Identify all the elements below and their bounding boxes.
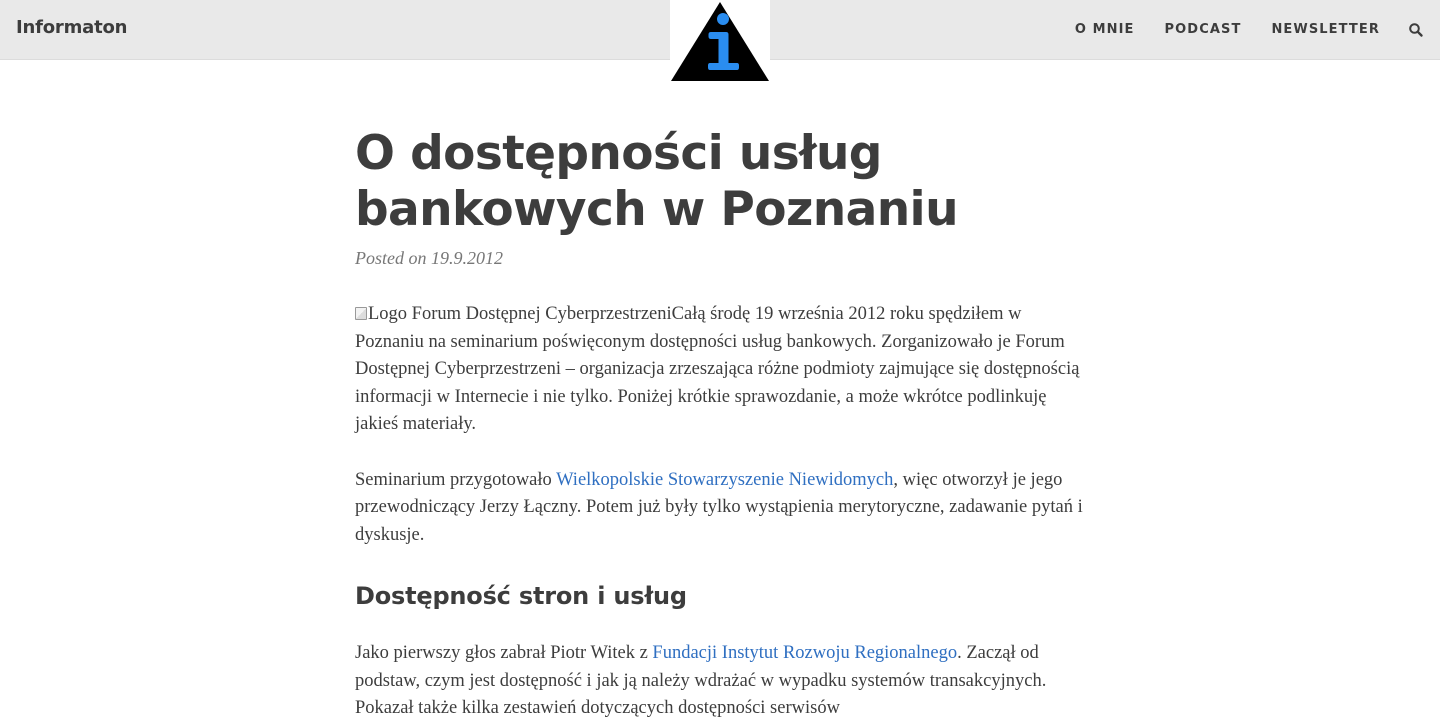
nav-item-o-mnie[interactable]: O MNIE [1075, 22, 1135, 37]
post-content: O dostępności usług bankowych w Poznaniu… [355, 126, 1090, 723]
nav-item-newsletter[interactable]: NEWSLETTER [1271, 22, 1380, 37]
nav-item-podcast[interactable]: PODCAST [1165, 22, 1242, 37]
post-paragraph-intro: Logo Forum Dostępnej CyberprzestrzeniCał… [355, 301, 1090, 439]
paragraph-text: Seminarium przygotowało [355, 469, 557, 490]
post-paragraph-witek: Jako pierwszy głos zabrał Piotr Witek z … [355, 640, 1090, 723]
broken-image: Logo Forum Dostępnej Cyberprzestrzeni [355, 304, 672, 324]
post-title: O dostępności usług bankowych w Poznaniu [355, 126, 959, 237]
site-title-link[interactable]: Informaton [16, 17, 127, 38]
paragraph-text: Jako pierwszy głos zabrał Piotr Witek z [355, 643, 653, 663]
post-paragraph-seminar: Seminarium przygotowało Wielkopolskie St… [355, 467, 1090, 550]
image-alt-text: Logo Forum Dostępnej Cyberprzestrzeni [368, 304, 672, 324]
main-nav: O MNIE PODCAST NEWSLETTER [1075, 22, 1380, 37]
link-firr[interactable]: Fundacji Instytut Rozwoju Regionalnego [652, 643, 957, 663]
post-date: Posted on 19.9.2012 [355, 248, 503, 268]
link-wsn[interactable]: Wielkopolskie Stowarzyszenie Niewidomych [556, 470, 893, 490]
site-header: Informaton O MNIE PODCAST NEWSLETTER [0, 0, 1440, 82]
search-icon[interactable] [1408, 22, 1424, 38]
info-triangle-logo-icon [671, 2, 769, 81]
info-triangle-logo[interactable] [670, 0, 770, 82]
section-heading: Dostępność stron i usług [355, 582, 687, 610]
broken-image-icon [355, 307, 367, 320]
